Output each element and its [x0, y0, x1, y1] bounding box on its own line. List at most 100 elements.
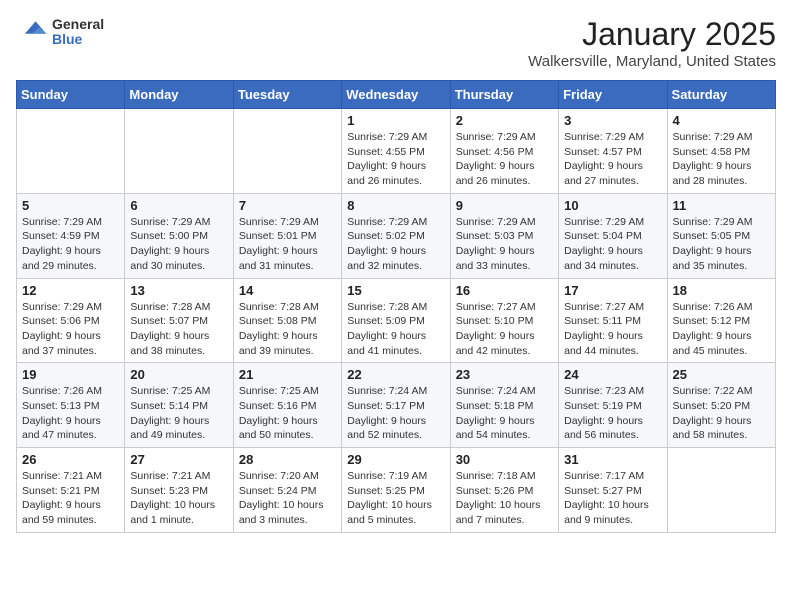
calendar-cell: 3 Sunrise: 7:29 AM Sunset: 4:57 PM Daylig…: [559, 109, 667, 194]
day-number: 22: [347, 367, 444, 382]
day-number: 26: [22, 452, 119, 467]
day-info: Sunrise: 7:23 AM Sunset: 5:19 PM Dayligh…: [564, 384, 661, 443]
calendar-cell: 23 Sunrise: 7:24 AM Sunset: 5:18 PM Dayli…: [450, 363, 558, 448]
day-of-week-header: Saturday: [667, 81, 775, 109]
calendar-cell: [125, 109, 233, 194]
title-area: January 2025 Walkersville, Maryland, Uni…: [528, 16, 776, 70]
days-of-week-row: SundayMondayTuesdayWednesdayThursdayFrid…: [17, 81, 776, 109]
day-info: Sunrise: 7:18 AM Sunset: 5:26 PM Dayligh…: [456, 469, 553, 528]
day-number: 24: [564, 367, 661, 382]
calendar-cell: [233, 109, 341, 194]
calendar-cell: 16Sunrise: 7:27 AM Sunset: 5:10 PM Dayli…: [450, 278, 558, 363]
day-number: 23: [456, 367, 553, 382]
calendar-cell: 21Sunrise: 7:25 AM Sunset: 5:16 PM Dayli…: [233, 363, 341, 448]
day-number: 15: [347, 283, 444, 298]
calendar-week-row: 26 Sunrise: 7:21 AM Sunset: 5:21 PM Dayli…: [17, 448, 776, 533]
day-info: Sunrise: 7:29 AM Sunset: 4:55 PM Dayligh…: [347, 130, 444, 189]
day-info: Sunrise: 7:29 AM Sunset: 4:56 PM Dayligh…: [456, 130, 553, 189]
day-number: 12: [22, 283, 119, 298]
header: General Blue January 2025 Walkersville, …: [16, 16, 776, 70]
day-number: 7: [239, 198, 336, 213]
calendar-body: 1 Sunrise: 7:29 AM Sunset: 4:55 PM Daylig…: [17, 109, 776, 533]
logo-general-text: General: [52, 17, 104, 32]
day-number: 2: [456, 113, 553, 128]
calendar-week-row: 19 Sunrise: 7:26 AM Sunset: 5:13 PM Dayli…: [17, 363, 776, 448]
day-number: 3: [564, 113, 661, 128]
calendar-cell: 31Sunrise: 7:17 AM Sunset: 5:27 PM Dayli…: [559, 448, 667, 533]
calendar-cell: 13Sunrise: 7:28 AM Sunset: 5:07 PM Dayli…: [125, 278, 233, 363]
day-number: 30: [456, 452, 553, 467]
calendar-cell: 20Sunrise: 7:25 AM Sunset: 5:14 PM Dayli…: [125, 363, 233, 448]
day-number: 25: [673, 367, 770, 382]
day-info: Sunrise: 7:27 AM Sunset: 5:10 PM Dayligh…: [456, 300, 553, 359]
logo: General Blue: [16, 16, 104, 48]
calendar-cell: 6 Sunrise: 7:29 AM Sunset: 5:00 PM Daylig…: [125, 193, 233, 278]
day-number: 19: [22, 367, 119, 382]
month-title: January 2025: [528, 16, 776, 53]
calendar-cell: 26 Sunrise: 7:21 AM Sunset: 5:21 PM Dayli…: [17, 448, 125, 533]
day-number: 28: [239, 452, 336, 467]
calendar-cell: 28 Sunrise: 7:20 AM Sunset: 5:24 PM Dayli…: [233, 448, 341, 533]
calendar-cell: 11Sunrise: 7:29 AM Sunset: 5:05 PM Dayli…: [667, 193, 775, 278]
day-info: Sunrise: 7:22 AM Sunset: 5:20 PM Dayligh…: [673, 384, 770, 443]
calendar-cell: 17 Sunrise: 7:27 AM Sunset: 5:11 PM Dayli…: [559, 278, 667, 363]
calendar-cell: 4Sunrise: 7:29 AM Sunset: 4:58 PM Daylig…: [667, 109, 775, 194]
day-number: 31: [564, 452, 661, 467]
logo-blue-text: Blue: [52, 32, 104, 47]
calendar-cell: 10 Sunrise: 7:29 AM Sunset: 5:04 PM Dayli…: [559, 193, 667, 278]
day-info: Sunrise: 7:29 AM Sunset: 4:59 PM Dayligh…: [22, 215, 119, 274]
day-info: Sunrise: 7:29 AM Sunset: 5:06 PM Dayligh…: [22, 300, 119, 359]
calendar-cell: [667, 448, 775, 533]
day-number: 5: [22, 198, 119, 213]
day-info: Sunrise: 7:20 AM Sunset: 5:24 PM Dayligh…: [239, 469, 336, 528]
calendar-cell: 15 Sunrise: 7:28 AM Sunset: 5:09 PM Dayli…: [342, 278, 450, 363]
calendar-cell: 7Sunrise: 7:29 AM Sunset: 5:01 PM Daylig…: [233, 193, 341, 278]
day-of-week-header: Wednesday: [342, 81, 450, 109]
calendar-cell: [17, 109, 125, 194]
day-info: Sunrise: 7:28 AM Sunset: 5:08 PM Dayligh…: [239, 300, 336, 359]
day-number: 14: [239, 283, 336, 298]
day-number: 8: [347, 198, 444, 213]
calendar-cell: 2 Sunrise: 7:29 AM Sunset: 4:56 PM Daylig…: [450, 109, 558, 194]
logo-icon: [16, 16, 48, 48]
day-info: Sunrise: 7:29 AM Sunset: 5:02 PM Dayligh…: [347, 215, 444, 274]
day-number: 10: [564, 198, 661, 213]
day-number: 1: [347, 113, 444, 128]
day-info: Sunrise: 7:19 AM Sunset: 5:25 PM Dayligh…: [347, 469, 444, 528]
day-info: Sunrise: 7:29 AM Sunset: 4:58 PM Dayligh…: [673, 130, 770, 189]
day-info: Sunrise: 7:29 AM Sunset: 5:03 PM Dayligh…: [456, 215, 553, 274]
calendar-cell: 12 Sunrise: 7:29 AM Sunset: 5:06 PM Dayli…: [17, 278, 125, 363]
calendar-cell: 1 Sunrise: 7:29 AM Sunset: 4:55 PM Daylig…: [342, 109, 450, 194]
day-info: Sunrise: 7:24 AM Sunset: 5:18 PM Dayligh…: [456, 384, 553, 443]
day-number: 27: [130, 452, 227, 467]
day-number: 18: [673, 283, 770, 298]
day-info: Sunrise: 7:26 AM Sunset: 5:13 PM Dayligh…: [22, 384, 119, 443]
day-info: Sunrise: 7:21 AM Sunset: 5:23 PM Dayligh…: [130, 469, 227, 528]
day-of-week-header: Monday: [125, 81, 233, 109]
day-of-week-header: Thursday: [450, 81, 558, 109]
calendar-cell: 8 Sunrise: 7:29 AM Sunset: 5:02 PM Daylig…: [342, 193, 450, 278]
calendar-header: SundayMondayTuesdayWednesdayThursdayFrid…: [17, 81, 776, 109]
day-number: 11: [673, 198, 770, 213]
day-info: Sunrise: 7:29 AM Sunset: 5:04 PM Dayligh…: [564, 215, 661, 274]
day-info: Sunrise: 7:28 AM Sunset: 5:09 PM Dayligh…: [347, 300, 444, 359]
calendar-cell: 22 Sunrise: 7:24 AM Sunset: 5:17 PM Dayli…: [342, 363, 450, 448]
calendar-cell: 30 Sunrise: 7:18 AM Sunset: 5:26 PM Dayli…: [450, 448, 558, 533]
day-number: 6: [130, 198, 227, 213]
day-info: Sunrise: 7:29 AM Sunset: 4:57 PM Dayligh…: [564, 130, 661, 189]
day-of-week-header: Sunday: [17, 81, 125, 109]
day-info: Sunrise: 7:27 AM Sunset: 5:11 PM Dayligh…: [564, 300, 661, 359]
calendar-cell: 5 Sunrise: 7:29 AM Sunset: 4:59 PM Daylig…: [17, 193, 125, 278]
day-number: 9: [456, 198, 553, 213]
calendar-cell: 27 Sunrise: 7:21 AM Sunset: 5:23 PM Dayli…: [125, 448, 233, 533]
calendar-cell: 14 Sunrise: 7:28 AM Sunset: 5:08 PM Dayli…: [233, 278, 341, 363]
calendar-week-row: 12 Sunrise: 7:29 AM Sunset: 5:06 PM Dayli…: [17, 278, 776, 363]
day-info: Sunrise: 7:25 AM Sunset: 5:16 PM Dayligh…: [239, 384, 336, 443]
day-info: Sunrise: 7:29 AM Sunset: 5:00 PM Dayligh…: [130, 215, 227, 274]
calendar-cell: 18Sunrise: 7:26 AM Sunset: 5:12 PM Dayli…: [667, 278, 775, 363]
calendar-cell: 19 Sunrise: 7:26 AM Sunset: 5:13 PM Dayli…: [17, 363, 125, 448]
day-info: Sunrise: 7:24 AM Sunset: 5:17 PM Dayligh…: [347, 384, 444, 443]
day-info: Sunrise: 7:21 AM Sunset: 5:21 PM Dayligh…: [22, 469, 119, 528]
day-number: 17: [564, 283, 661, 298]
day-number: 13: [130, 283, 227, 298]
